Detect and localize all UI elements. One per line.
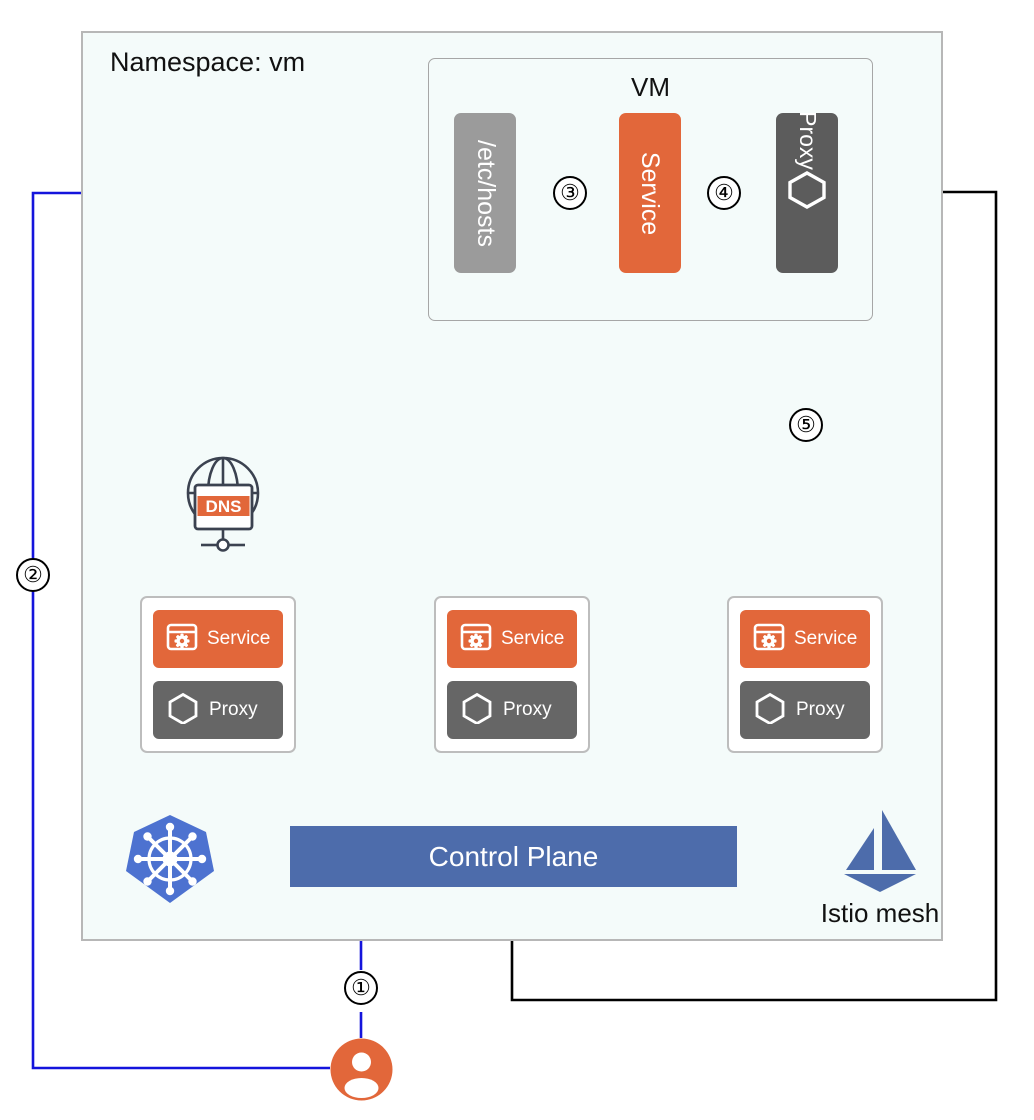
vm-service-block: Service [619,113,681,273]
pod-1-service-row: Service [153,610,283,668]
pod-2[interactable]: Service Proxy [434,596,590,753]
pod-2-service-label: Service [501,628,565,649]
etc-hosts-label: /etc/hosts [471,139,500,247]
hexagon-icon [166,692,200,729]
vm-service-label: Service [636,151,665,235]
pod-2-proxy-label: Proxy [503,699,552,720]
pod-3-proxy-row: Proxy [740,681,870,739]
pod-3-service-label: Service [794,628,858,649]
kubernetes-helm-wheel-icon [124,813,216,905]
pod-1-service-label: Service [207,628,271,649]
etc-hosts-block: /etc/hosts [454,113,516,273]
step-5-marker: ⑤ [789,408,823,442]
vm-label: VM [631,72,670,102]
dns-icon-text: DNS [206,497,242,516]
step-2-marker: ② [16,558,50,592]
pod-3[interactable]: Service Proxy [727,596,883,753]
hexagon-icon [460,692,494,729]
user-avatar-icon[interactable] [330,1038,393,1101]
istio-mesh-label: Istio mesh [820,898,940,928]
control-plane-label: Control Plane [428,840,599,872]
pod-3-proxy-label: Proxy [796,699,845,720]
pod-2-service-row: Service [447,610,577,668]
pod-1-proxy-label: Proxy [209,699,258,720]
step-1-marker: ① [344,971,378,1005]
control-plane-box[interactable]: Control Plane [290,826,737,887]
step-4-marker: ④ [707,176,741,210]
vm-proxy-block: Proxy [776,111,838,273]
service-gear-icon [460,623,492,656]
pod-2-proxy-row: Proxy [447,681,577,739]
diagram-canvas: Namespace: vm VM /etc/hosts Service Prox… [0,0,1034,1120]
vm-proxy-label: Proxy [794,111,821,170]
hexagon-icon [785,170,829,215]
dns-globe-icon: DNS [175,448,271,556]
service-gear-icon [753,623,785,656]
pod-1-proxy-row: Proxy [153,681,283,739]
step-3-marker: ③ [553,176,587,210]
istio-sailboat-icon [838,808,922,894]
namespace-label: Namespace: vm [110,47,306,77]
service-gear-icon [166,623,198,656]
pod-3-service-row: Service [740,610,870,668]
hexagon-icon [753,692,787,729]
pod-1[interactable]: Service Proxy [140,596,296,753]
